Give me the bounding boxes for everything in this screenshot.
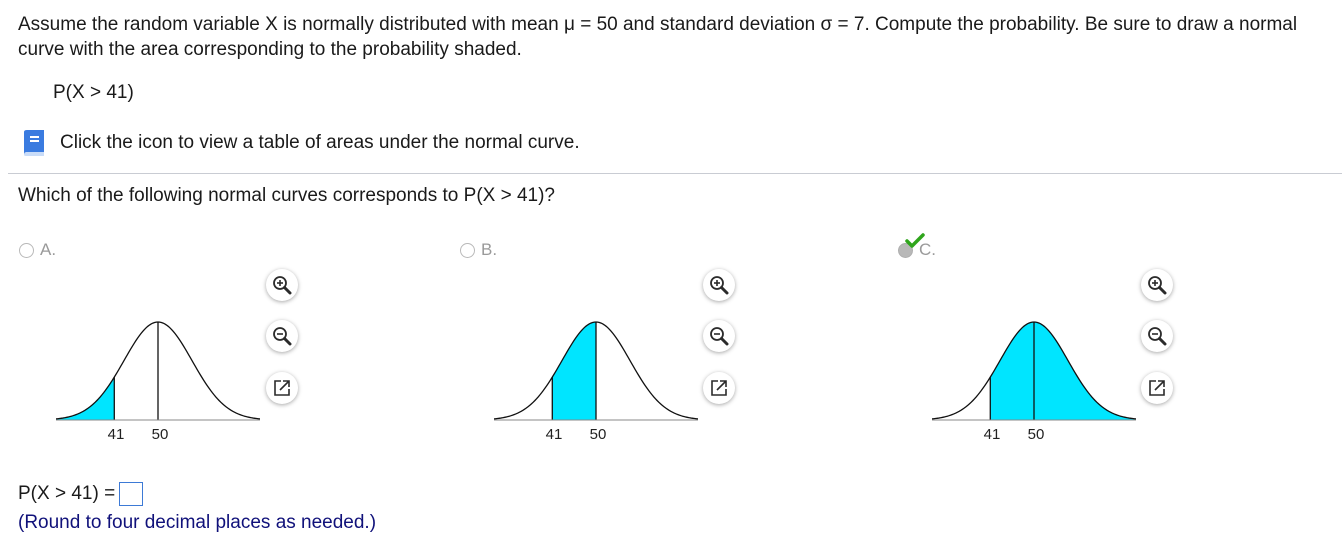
zoom-out-button-a[interactable] (266, 320, 298, 352)
option-a[interactable]: A. (19, 240, 56, 260)
option-a-radio[interactable] (19, 242, 34, 258)
tick-label-50-c: 50 (1027, 426, 1045, 443)
option-c[interactable]: C. (898, 232, 936, 260)
zoom-in-icon (1148, 276, 1167, 295)
normal-curve-graph-b (494, 321, 698, 421)
checkmark-icon (905, 232, 925, 248)
option-a-label[interactable]: A. (40, 240, 56, 260)
answer-row: P(X > 41) = (18, 482, 144, 506)
option-b[interactable]: B. (460, 240, 497, 260)
zoom-out-icon (1148, 327, 1167, 346)
zoom-out-icon (273, 327, 292, 346)
zoom-out-button-c[interactable] (1141, 320, 1173, 352)
pop-out-button-c[interactable] (1141, 372, 1173, 404)
zoom-out-icon (710, 327, 729, 346)
pop-out-icon (274, 380, 290, 396)
tick-label-50-b: 50 (589, 426, 607, 443)
normal-curve-graph-a (56, 321, 260, 421)
zoom-in-button-a[interactable] (266, 269, 298, 301)
zoom-in-icon (273, 276, 292, 295)
zoom-in-icon (710, 276, 729, 295)
option-b-label[interactable]: B. (481, 240, 497, 260)
book-icon[interactable] (18, 128, 48, 158)
tick-label-41-c: 41 (983, 426, 1001, 443)
normal-table-link[interactable]: Click the icon to view a table of areas … (18, 128, 580, 158)
normal-curve-graph-c (932, 321, 1136, 421)
shaded-area-b (552, 322, 596, 420)
option-b-radio[interactable] (460, 242, 475, 258)
shaded-area-a (56, 377, 115, 420)
pop-out-button-b[interactable] (703, 372, 735, 404)
probability-expression: P(X > 41) (53, 82, 134, 103)
zoom-in-button-c[interactable] (1141, 269, 1173, 301)
zoom-out-button-b[interactable] (703, 320, 735, 352)
divider (8, 173, 1342, 174)
rounding-hint: (Round to four decimal places as needed.… (18, 512, 377, 533)
table-link-text[interactable]: Click the icon to view a table of areas … (60, 132, 580, 154)
tick-label-50-a: 50 (151, 426, 169, 443)
answer-label: P(X > 41) = (18, 483, 116, 504)
pop-out-icon (1149, 380, 1165, 396)
shaded-area-c (990, 322, 1136, 420)
tick-label-41-b: 41 (545, 426, 563, 443)
tick-label-41-a: 41 (107, 426, 125, 443)
question-text: Which of the following normal curves cor… (18, 185, 556, 206)
zoom-in-button-b[interactable] (703, 269, 735, 301)
problem-statement: Assume the random variable X is normally… (18, 14, 1298, 60)
answer-input[interactable] (119, 482, 144, 506)
pop-out-button-a[interactable] (266, 372, 298, 404)
pop-out-icon (711, 380, 727, 396)
